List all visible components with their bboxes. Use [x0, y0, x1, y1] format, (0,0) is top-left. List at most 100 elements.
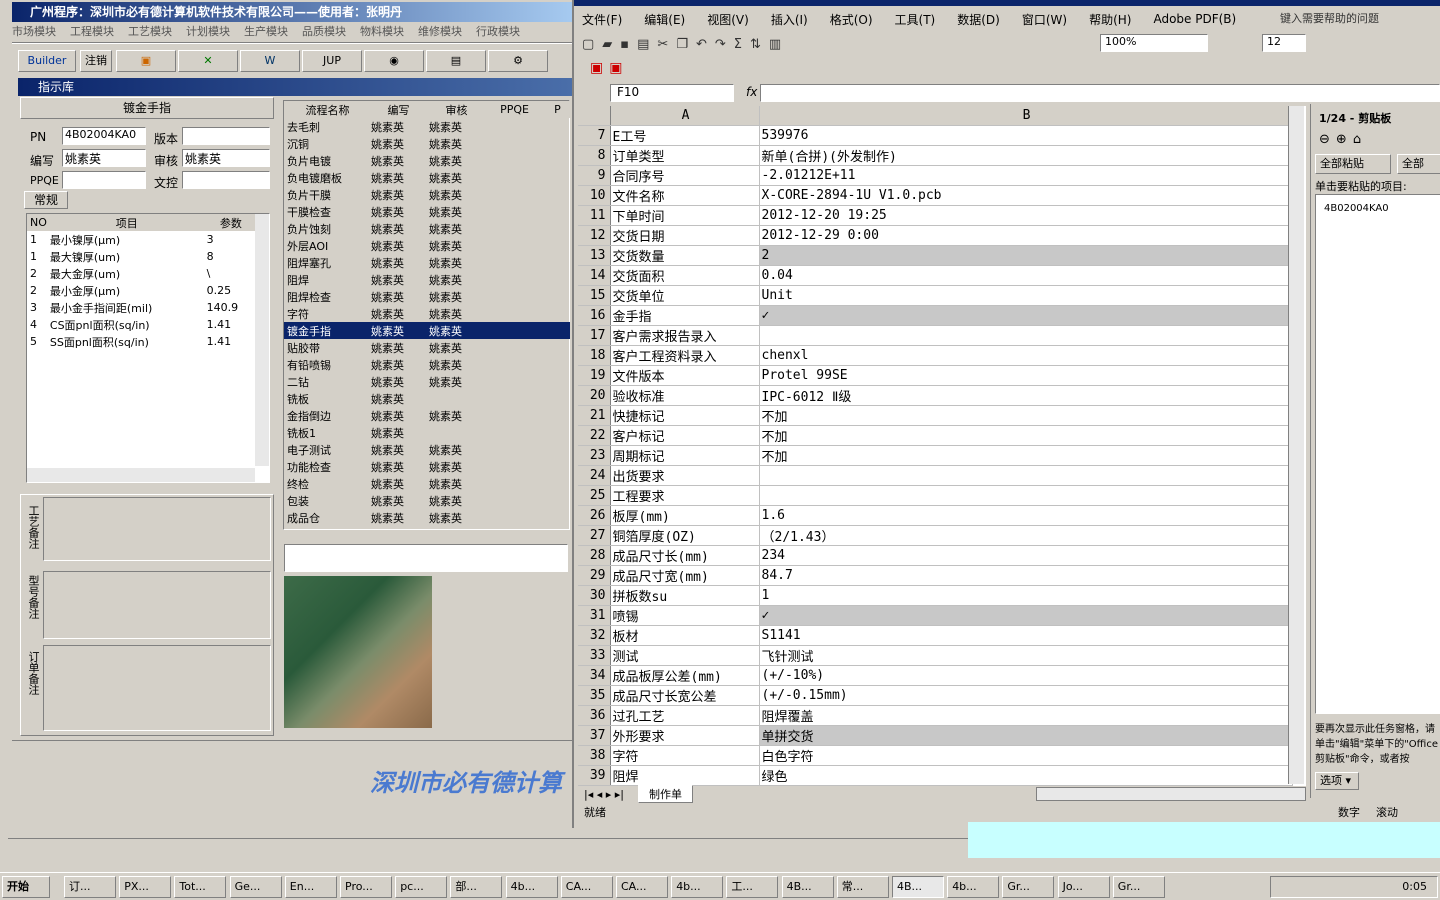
sheet-cell[interactable]: 金手指 — [610, 305, 760, 326]
sheet-cell[interactable]: 阻焊覆盖 — [759, 705, 1293, 726]
sheet-cell[interactable] — [759, 485, 1293, 506]
flow-row[interactable]: 负片干膜 姚素英 姚素英 — [284, 186, 570, 203]
row-header[interactable]: 21 — [578, 405, 611, 426]
flow-row[interactable]: 贴胶带 姚素英 姚素英 — [284, 339, 570, 356]
sheet-cell[interactable]: 新单(合拼)(外发制作) — [759, 145, 1293, 166]
flow-row[interactable]: 金指倒边 姚素英 姚素英 — [284, 407, 570, 424]
flow-row[interactable]: 负片蚀刻 姚素英 姚素英 — [284, 220, 570, 237]
flow-row[interactable]: 包装 姚素英 姚素英 — [284, 492, 570, 509]
row-header[interactable]: 28 — [578, 545, 611, 566]
sheet-cell[interactable]: 客户工程资料录入 — [610, 345, 760, 366]
flow-row[interactable]: 终检 姚素英 姚素英 — [284, 475, 570, 492]
sheet-cell[interactable]: 板材 — [610, 625, 760, 646]
left-menu-item[interactable]: 计划模块 — [186, 23, 230, 39]
taskbar-item[interactable]: 4b... — [671, 876, 724, 898]
flow-row[interactable]: 阻焊检查 姚素英 姚素英 — [284, 288, 570, 305]
flow-row[interactable]: 镀金手指 姚素英 姚素英 — [284, 322, 570, 339]
flow-row[interactable]: 阻焊 姚素英 姚素英 — [284, 271, 570, 288]
taskbar-item[interactable]: Tot... — [174, 876, 227, 898]
row-header[interactable]: 23 — [578, 445, 611, 466]
sheet-cell[interactable]: 验收标准 — [610, 385, 760, 406]
left-menu-item[interactable]: 工艺模块 — [128, 23, 172, 39]
flow-row[interactable]: 二钻 姚素英 姚素英 — [284, 373, 570, 390]
sheet-tab[interactable]: 制作单 — [638, 785, 693, 803]
taskbar-item[interactable]: 订... — [64, 876, 116, 898]
word-icon[interactable]: W — [240, 50, 300, 72]
sheet-cell[interactable]: 周期标记 — [610, 445, 760, 466]
row-header[interactable]: 29 — [578, 565, 611, 586]
review-field[interactable]: 姚素英 — [182, 149, 270, 167]
help-box[interactable]: 键入需要帮助的问题 — [1280, 10, 1379, 26]
taskbar-item[interactable]: PX... — [119, 876, 172, 898]
sheet-cell[interactable]: 539976 — [759, 125, 1293, 146]
left-menu-item[interactable]: 工程模块 — [70, 23, 114, 39]
excel-menu-item[interactable]: 编辑(E) — [644, 11, 685, 28]
tools-icon[interactable]: ⚙ — [488, 50, 548, 72]
version-field[interactable] — [182, 127, 270, 145]
flow-row[interactable]: 阻焊塞孔 姚素英 姚素英 — [284, 254, 570, 271]
flow-row[interactable]: 沉铜 姚素英 姚素英 — [284, 135, 570, 152]
home-icon[interactable]: ⌂ — [1353, 132, 1361, 147]
row-header[interactable]: 10 — [578, 185, 611, 206]
flow-row[interactable]: 铣板1 姚素英 — [284, 424, 570, 441]
chart-icon[interactable]: ▥ — [769, 37, 781, 52]
param-row[interactable]: 1 最小镍厚(μm) 3 — [27, 231, 255, 248]
taskbar-item[interactable]: pc... — [395, 876, 448, 898]
excel-menu-item[interactable]: 工具(T) — [895, 11, 936, 28]
sheet-cell[interactable]: 快捷标记 — [610, 405, 760, 426]
sheet-cell[interactable]: 成品尺寸长(mm) — [610, 545, 760, 566]
flow-row[interactable]: 干膜检查 姚素英 姚素英 — [284, 203, 570, 220]
back-icon[interactable]: ⊖ — [1319, 132, 1330, 147]
row-header[interactable]: 17 — [578, 325, 611, 346]
craft-note-field[interactable] — [43, 497, 271, 561]
row-header[interactable]: 33 — [578, 645, 611, 666]
sheet-cell[interactable] — [759, 325, 1293, 346]
start-button[interactable]: 开始 — [2, 876, 50, 898]
excel-menu-item[interactable]: 格式(O) — [830, 11, 873, 28]
sheet-cell[interactable]: 板厚(mm) — [610, 505, 760, 526]
param-hscrollbar[interactable] — [27, 468, 255, 482]
excel-menu-item[interactable]: 窗口(W) — [1022, 11, 1067, 28]
left-menu-item[interactable]: 市场模块 — [12, 23, 56, 39]
left-menu-item[interactable]: 品质模块 — [302, 23, 346, 39]
flow-comment-field[interactable] — [284, 544, 568, 572]
sheet-cell[interactable]: 测试 — [610, 645, 760, 666]
flow-row[interactable]: 功能检查 姚素英 姚素英 — [284, 458, 570, 475]
sheet-cell[interactable]: 绿色 — [759, 765, 1293, 786]
row-header[interactable]: 13 — [578, 245, 611, 266]
flow-row[interactable]: 负片电镀 姚素英 姚素英 — [284, 152, 570, 169]
sheet-cell[interactable]: 2012-12-29 0:00 — [759, 225, 1293, 246]
row-header[interactable]: 8 — [578, 145, 611, 166]
sheet-cell[interactable]: ✓ — [759, 305, 1293, 326]
sheet-cell[interactable]: IPC-6012 Ⅱ级 — [759, 385, 1293, 406]
taskbar-item[interactable]: Gr... — [1002, 876, 1055, 898]
forward-icon[interactable]: ⊕ — [1336, 132, 1347, 147]
clear-all-button[interactable]: 全部 — [1397, 154, 1440, 174]
taskbar-item[interactable]: Ge... — [229, 876, 282, 898]
sheet-cell[interactable]: 成品尺寸长宽公差 — [610, 685, 760, 706]
param-row[interactable]: 1 最大镍厚(um) 8 — [27, 248, 255, 265]
sheet-cell[interactable]: 外形要求 — [610, 725, 760, 746]
taskbar-item[interactable]: Jo... — [1057, 876, 1110, 898]
sheet-cell[interactable]: （2/1.43） — [759, 525, 1293, 546]
row-header[interactable]: 16 — [578, 305, 611, 326]
cut-icon[interactable]: ✂ — [657, 37, 668, 52]
model-note-field[interactable] — [43, 571, 271, 639]
flow-row[interactable]: 负电镀磨板 姚素英 姚素英 — [284, 169, 570, 186]
sheet-cell[interactable]: (+/-10%) — [759, 665, 1293, 686]
sheet-cell[interactable]: chenxl — [759, 345, 1293, 366]
sheet-cell[interactable]: 不加 — [759, 425, 1293, 446]
sheet-cell[interactable]: 1 — [759, 585, 1293, 606]
pn-field[interactable]: 4B02004KA0 — [62, 127, 146, 145]
col-header-a[interactable]: A — [610, 106, 760, 126]
sheet-cell[interactable]: Protel 99SE — [759, 365, 1293, 386]
row-header[interactable]: 39 — [578, 765, 611, 786]
sheet-cell[interactable] — [759, 465, 1293, 486]
doc-icon[interactable]: ▣ — [116, 50, 176, 72]
param-row[interactable]: 5 SS面pnl面积(sq/in) 1.41 — [27, 333, 255, 350]
undo-icon[interactable]: ↶ — [696, 37, 707, 52]
sheet-cell[interactable]: 成品板厚公差(mm) — [610, 665, 760, 686]
row-header[interactable]: 34 — [578, 665, 611, 686]
sheet-cell[interactable]: 客户需求报告录入 — [610, 325, 760, 346]
sheet-cell[interactable]: 交货日期 — [610, 225, 760, 246]
